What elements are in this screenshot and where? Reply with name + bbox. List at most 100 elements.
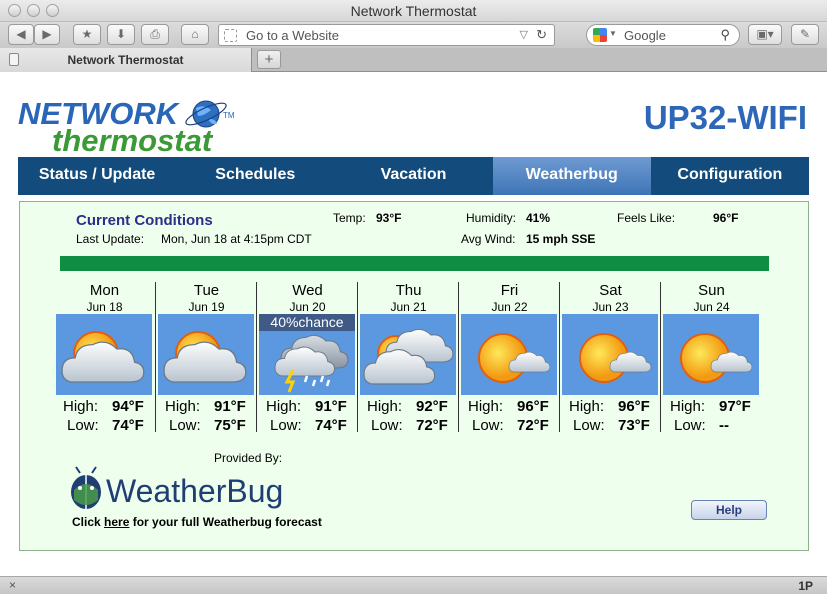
low-label: Low: — [472, 417, 504, 434]
nav-tab-schedules[interactable]: Schedules — [176, 157, 334, 195]
home-icon: ⌂ — [191, 27, 199, 41]
high-temp: 92°F — [416, 398, 448, 415]
day-separator — [660, 282, 661, 432]
high-label: High: — [63, 398, 99, 415]
low-temp: 73°F — [618, 417, 650, 434]
browser-window: Network Thermostat ◀ ▶ ★ ⬇ ⎙ ⌂ Go to a W… — [0, 0, 827, 594]
title-bar: Network Thermostat — [0, 0, 827, 22]
settings-button[interactable]: ✎ — [791, 24, 819, 45]
last-update-label: Last Update: — [76, 232, 145, 246]
click-suffix: for your full Weatherbug forecast — [129, 515, 322, 529]
low-temp: 74°F — [315, 417, 347, 434]
new-tab-button[interactable]: + — [257, 50, 281, 69]
logo-thermostat-text: thermostat — [52, 123, 214, 154]
high-temp: 94°F — [112, 398, 144, 415]
full-forecast-link[interactable]: here — [104, 515, 129, 529]
nav-tab-configuration[interactable]: Configuration — [651, 157, 809, 195]
day-date: Jun 18 — [86, 300, 123, 314]
high-temp: 96°F — [618, 398, 650, 415]
day-separator — [256, 282, 257, 432]
browser-toolbar: ◀ ▶ ★ ⬇ ⎙ ⌂ Go to a Website ▽ ↻ ▼ Google… — [0, 22, 827, 48]
forecast-day-thu: Thu Jun 21 High: 92°F Low: 72°F — [358, 282, 459, 434]
tab-network-thermostat[interactable]: Network Thermostat — [0, 48, 252, 72]
search-field[interactable]: ▼ Google ⚲ — [586, 24, 740, 46]
click-prefix: Click — [72, 515, 105, 529]
day-name: Tue — [193, 282, 220, 299]
partly-cloudy-icon — [56, 314, 152, 395]
high-temp: 96°F — [517, 398, 549, 415]
full-forecast-line: Click here for your full Weatherbug fore… — [72, 515, 322, 529]
address-bar[interactable]: Go to a Website ▽ ↻ — [218, 24, 555, 46]
day-date: Jun 19 — [188, 300, 225, 314]
help-button[interactable]: Help — [691, 500, 767, 520]
print-button[interactable]: ⎙ — [141, 24, 169, 45]
humidity-value: 41% — [526, 211, 551, 225]
low-temp: 72°F — [416, 417, 448, 434]
search-icon[interactable]: ⚲ — [720, 27, 730, 43]
low-label: Low: — [674, 417, 706, 434]
nav-tab-status-update[interactable]: Status / Update — [18, 157, 176, 195]
conditions-bar — [60, 256, 769, 271]
tab-label: Network Thermostat — [67, 53, 184, 67]
globe-icon — [185, 100, 227, 128]
bookmarks-button[interactable]: ★ — [73, 24, 101, 45]
high-temp: 91°F — [214, 398, 246, 415]
page-icon — [224, 29, 237, 42]
forecast-day-sun: Sun Jun 24 High: 97°F Low: -- — [661, 282, 762, 434]
cloudy-icon — [360, 314, 456, 395]
tab-bar: Network Thermostat + — [0, 48, 827, 72]
download-icon: ⬇ — [115, 27, 127, 41]
bug-icon — [71, 466, 101, 509]
avg-wind-label: Avg Wind: — [461, 232, 516, 246]
logo-tm-text: TM — [223, 111, 235, 120]
day-separator — [458, 282, 459, 432]
feels-like-label: Feels Like: — [617, 211, 676, 225]
high-label: High: — [266, 398, 302, 415]
dropdown-arrow-icon[interactable]: ▽ — [520, 28, 528, 41]
temp-label: Temp: — [333, 211, 366, 225]
close-status-icon[interactable]: × — [9, 578, 16, 592]
reload-icon[interactable]: ↻ — [536, 27, 547, 43]
precip-chance: 40%chance — [259, 314, 355, 331]
low-label: Low: — [270, 417, 302, 434]
forward-button[interactable]: ▶ — [34, 24, 60, 45]
high-temp: 91°F — [315, 398, 347, 415]
last-update-value: Mon, Jun 18 at 4:15pm CDT — [161, 232, 312, 246]
nav-tab-vacation[interactable]: Vacation — [334, 157, 492, 195]
high-label: High: — [165, 398, 201, 415]
weatherbug-logo[interactable]: WeatherBug — [64, 464, 314, 516]
high-label: High: — [670, 398, 706, 415]
print-icon: ⎙ — [150, 27, 160, 41]
reader-icon: ▣▾ — [756, 27, 774, 41]
day-date: Jun 21 — [390, 300, 427, 314]
bookmark-icon: ★ — [81, 27, 93, 41]
day-date: Jun 23 — [592, 300, 629, 314]
low-temp: -- — [719, 417, 729, 434]
chevron-down-icon[interactable]: ▼ — [609, 29, 617, 38]
address-placeholder: Go to a Website — [246, 28, 339, 43]
day-name: Thu — [395, 282, 422, 299]
day-date: Jun 22 — [491, 300, 528, 314]
day-name: Sun — [698, 282, 725, 299]
high-label: High: — [468, 398, 504, 415]
reader-button[interactable]: ▣▾ — [748, 24, 782, 45]
nav-tab-weatherbug[interactable]: Weatherbug — [492, 157, 651, 195]
weatherbug-panel: Current Conditions Last Update: Mon, Jun… — [19, 201, 809, 551]
low-label: Low: — [371, 417, 403, 434]
low-label: Low: — [169, 417, 201, 434]
day-name: Mon — [89, 282, 120, 299]
weatherbug-logo-text: WeatherBug — [106, 473, 283, 509]
day-name: Sat — [599, 282, 622, 299]
back-button[interactable]: ◀ — [8, 24, 34, 45]
mostly-sunny-icon — [562, 314, 658, 395]
download-button[interactable]: ⬇ — [107, 24, 135, 45]
status-1p-label: 1P — [798, 579, 813, 593]
high-temp: 97°F — [719, 398, 751, 415]
thunderstorm-icon: 40%chance — [259, 314, 355, 395]
day-separator — [559, 282, 560, 432]
window-title: Network Thermostat — [350, 3, 477, 19]
network-thermostat-logo: NETWORK thermostat TM — [18, 96, 235, 154]
day-date: Jun 24 — [693, 300, 730, 314]
model-name: UP32-WIFI — [643, 99, 807, 136]
home-button[interactable]: ⌂ — [181, 24, 209, 45]
